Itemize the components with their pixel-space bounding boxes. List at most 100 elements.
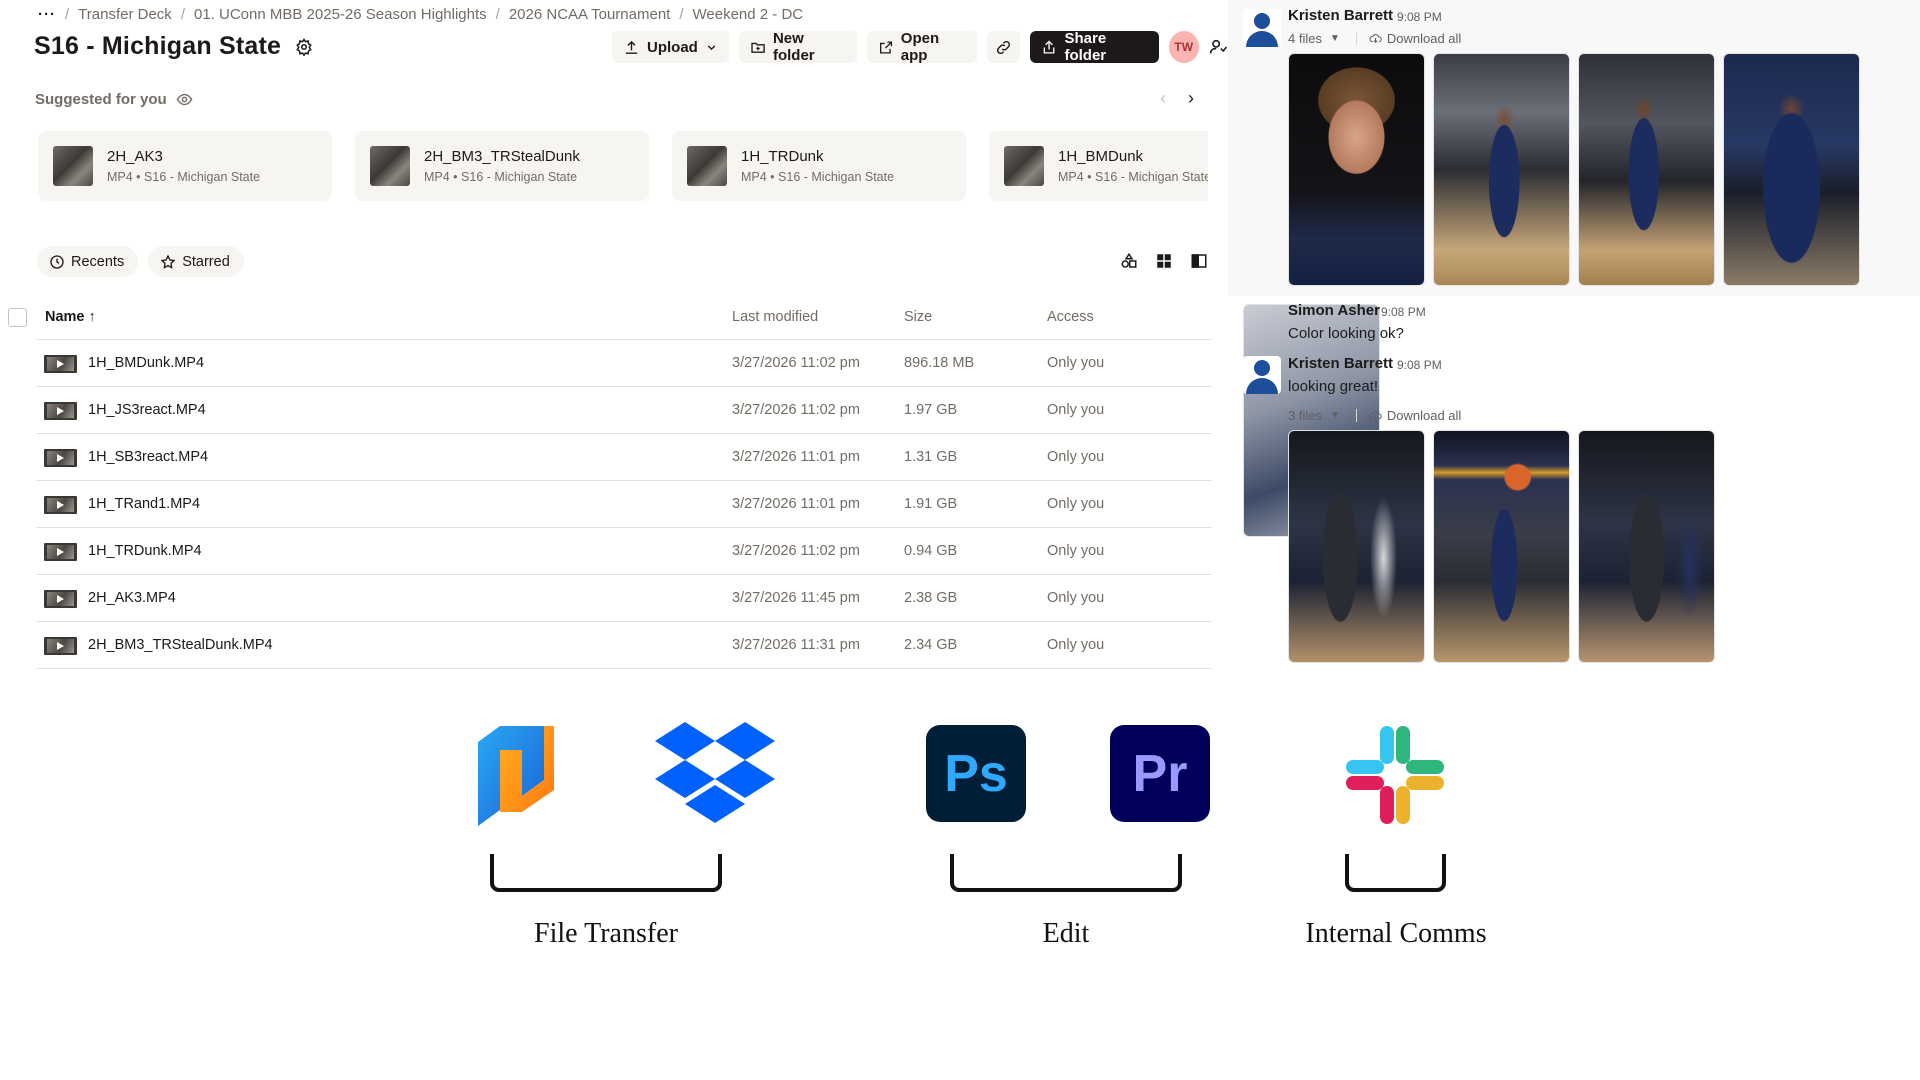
image-attachment[interactable] bbox=[1723, 53, 1860, 286]
file-name[interactable]: 1H_BMDunk.MP4 bbox=[88, 355, 204, 371]
chevron-right-icon[interactable]: › bbox=[1188, 88, 1194, 109]
copy-link-button[interactable] bbox=[987, 31, 1021, 63]
image-attachment[interactable] bbox=[1288, 53, 1425, 286]
image-attachment[interactable] bbox=[1288, 430, 1425, 663]
file-name[interactable]: 1H_TRDunk.MP4 bbox=[88, 543, 202, 559]
breadcrumb-more-button[interactable]: ··· bbox=[38, 6, 56, 23]
suggested-card[interactable]: 2H_BM3_TRStealDunk MP4 • S16 - Michigan S… bbox=[355, 131, 649, 201]
file-size: 896.18 MB bbox=[904, 355, 975, 371]
table-row[interactable]: 2H_BM3_TRStealDunk.MP4 3/27/2026 11:31 p… bbox=[36, 622, 1212, 669]
recents-filter[interactable]: Recents bbox=[37, 246, 139, 277]
message-text: Color looking ok? bbox=[1288, 325, 1404, 342]
breadcrumb-separator: / bbox=[679, 6, 684, 23]
share-folder-button[interactable]: Share folder bbox=[1030, 30, 1159, 64]
download-all-label: Download all bbox=[1386, 31, 1462, 46]
shapes-icon[interactable] bbox=[1120, 252, 1138, 270]
table-row[interactable]: 2H_AK3.MP4 3/27/2026 11:45 pm 2.38 GB On… bbox=[36, 575, 1212, 622]
photoshop-letters: Ps bbox=[944, 744, 1008, 803]
table-row[interactable]: 1H_BMDunk.MP4 3/27/2026 11:02 pm 896.18 … bbox=[36, 340, 1212, 387]
message-author[interactable]: Simon Asher bbox=[1288, 302, 1380, 319]
breadcrumb-item-season-highlights[interactable]: 01. UConn MBB 2025-26 Season Highlights bbox=[194, 6, 487, 23]
caret-down-icon[interactable]: ▼ bbox=[1330, 410, 1340, 421]
card-meta: MP4 • S16 - Michigan State bbox=[107, 170, 261, 184]
table-row[interactable]: 1H_TRand1.MP4 3/27/2026 11:01 pm 1.91 GB… bbox=[36, 481, 1212, 528]
card-meta: MP4 • S16 - Michigan State bbox=[741, 170, 895, 184]
file-size: 1.91 GB bbox=[904, 496, 958, 512]
open-app-button[interactable]: Open app bbox=[866, 30, 978, 64]
image-attachment[interactable] bbox=[1578, 430, 1715, 663]
video-file-icon bbox=[44, 355, 77, 373]
files-count[interactable]: 4 files bbox=[1288, 31, 1322, 46]
chevron-down-icon bbox=[707, 44, 716, 50]
file-access: Only you bbox=[1047, 449, 1105, 465]
file-size: 0.94 GB bbox=[904, 543, 958, 559]
chevron-left-icon[interactable]: ‹ bbox=[1160, 88, 1166, 109]
files-header: 3 files ▼ Download all bbox=[1288, 408, 1461, 423]
download-cloud-icon bbox=[1369, 411, 1382, 421]
upload-button[interactable]: Upload bbox=[612, 31, 729, 63]
avatar[interactable] bbox=[1243, 356, 1281, 394]
clock-icon bbox=[50, 254, 64, 269]
message-time[interactable]: 9:08 PM bbox=[1397, 358, 1442, 372]
download-all-button[interactable]: Download all bbox=[1369, 31, 1461, 46]
files-header: 4 files ▼ Download all bbox=[1288, 31, 1461, 46]
video-file-icon bbox=[44, 637, 77, 655]
manage-access-icon[interactable] bbox=[1209, 37, 1228, 57]
premiere-icon: Pr bbox=[1110, 725, 1210, 822]
file-name[interactable]: 1H_JS3react.MP4 bbox=[88, 402, 206, 418]
file-modified: 3/27/2026 11:31 pm bbox=[732, 637, 860, 653]
eye-icon[interactable] bbox=[176, 91, 193, 108]
table-row[interactable]: 1H_JS3react.MP4 3/27/2026 11:02 pm 1.97 … bbox=[36, 387, 1212, 434]
new-folder-button[interactable]: New folder bbox=[738, 30, 857, 64]
image-attachment[interactable] bbox=[1578, 53, 1715, 286]
file-modified: 3/27/2026 11:02 pm bbox=[732, 402, 860, 418]
caret-down-icon[interactable]: ▼ bbox=[1330, 33, 1340, 44]
external-link-icon bbox=[879, 40, 892, 54]
breadcrumb-item-transfer-deck[interactable]: Transfer Deck bbox=[78, 6, 172, 23]
grid-view-icon[interactable] bbox=[1155, 252, 1173, 270]
suggested-card[interactable]: 1H_TRDunk MP4 • S16 - Michigan State bbox=[672, 131, 966, 201]
suggested-nav: ‹ › bbox=[1160, 88, 1194, 109]
file-name[interactable]: 1H_SB3react.MP4 bbox=[88, 449, 208, 465]
name-column-header[interactable]: Name ↑ bbox=[45, 309, 96, 325]
size-column-header[interactable]: Size bbox=[904, 309, 932, 325]
suggested-card[interactable]: 1H_BMDunk MP4 • S16 - Michigan State bbox=[989, 131, 1208, 201]
divider bbox=[1355, 409, 1357, 422]
access-column-header[interactable]: Access bbox=[1047, 309, 1094, 325]
breadcrumb-separator: / bbox=[65, 6, 70, 23]
image-attachment[interactable] bbox=[1433, 53, 1570, 286]
suggested-card[interactable]: 2H_AK3 MP4 • S16 - Michigan State bbox=[38, 131, 332, 201]
card-meta: MP4 • S16 - Michigan State bbox=[1058, 170, 1208, 184]
table-row[interactable]: 1H_SB3react.MP4 3/27/2026 11:01 pm 1.31 … bbox=[36, 434, 1212, 481]
share-icon bbox=[1044, 40, 1055, 54]
image-attachment[interactable] bbox=[1433, 430, 1570, 663]
files-count[interactable]: 3 files bbox=[1288, 408, 1322, 423]
breadcrumb-item-weekend-2[interactable]: Weekend 2 - DC bbox=[693, 6, 804, 23]
message-time[interactable]: 9:08 PM bbox=[1397, 10, 1442, 24]
filter-chips: Recents Starred bbox=[37, 246, 244, 277]
file-modified: 3/27/2026 11:02 pm bbox=[732, 355, 860, 371]
side-panel-icon[interactable] bbox=[1190, 252, 1208, 270]
file-name[interactable]: 2H_AK3.MP4 bbox=[88, 590, 176, 606]
suggested-for-you-heading: Suggested for you bbox=[35, 91, 193, 108]
message-time[interactable]: 9:08 PM bbox=[1381, 305, 1426, 319]
card-name: 1H_BMDunk bbox=[1058, 148, 1144, 165]
upload-icon bbox=[625, 40, 638, 54]
gear-icon[interactable] bbox=[295, 37, 313, 56]
file-name[interactable]: 1H_TRand1.MP4 bbox=[88, 496, 200, 512]
table-row[interactable]: 1H_TRDunk.MP4 3/27/2026 11:02 pm 0.94 GB… bbox=[36, 528, 1212, 575]
avatar[interactable]: TW bbox=[1168, 31, 1199, 63]
starred-filter[interactable]: Starred bbox=[148, 246, 244, 277]
video-thumbnail bbox=[53, 146, 93, 186]
breadcrumb: ··· / Transfer Deck / 01. UConn MBB 2025… bbox=[38, 6, 803, 23]
message-author[interactable]: Kristen Barrett bbox=[1288, 7, 1393, 24]
card-name: 1H_TRDunk bbox=[741, 148, 824, 165]
file-name[interactable]: 2H_BM3_TRStealDunk.MP4 bbox=[88, 637, 273, 653]
download-all-button[interactable]: Download all bbox=[1369, 408, 1461, 423]
select-all-checkbox[interactable] bbox=[8, 308, 27, 327]
breadcrumb-item-ncaa-tournament[interactable]: 2026 NCAA Tournament bbox=[509, 6, 671, 23]
avatar[interactable] bbox=[1243, 9, 1281, 47]
modified-column-header[interactable]: Last modified bbox=[732, 309, 818, 325]
suggested-label: Suggested for you bbox=[35, 91, 167, 108]
message-author[interactable]: Kristen Barrett bbox=[1288, 355, 1393, 372]
